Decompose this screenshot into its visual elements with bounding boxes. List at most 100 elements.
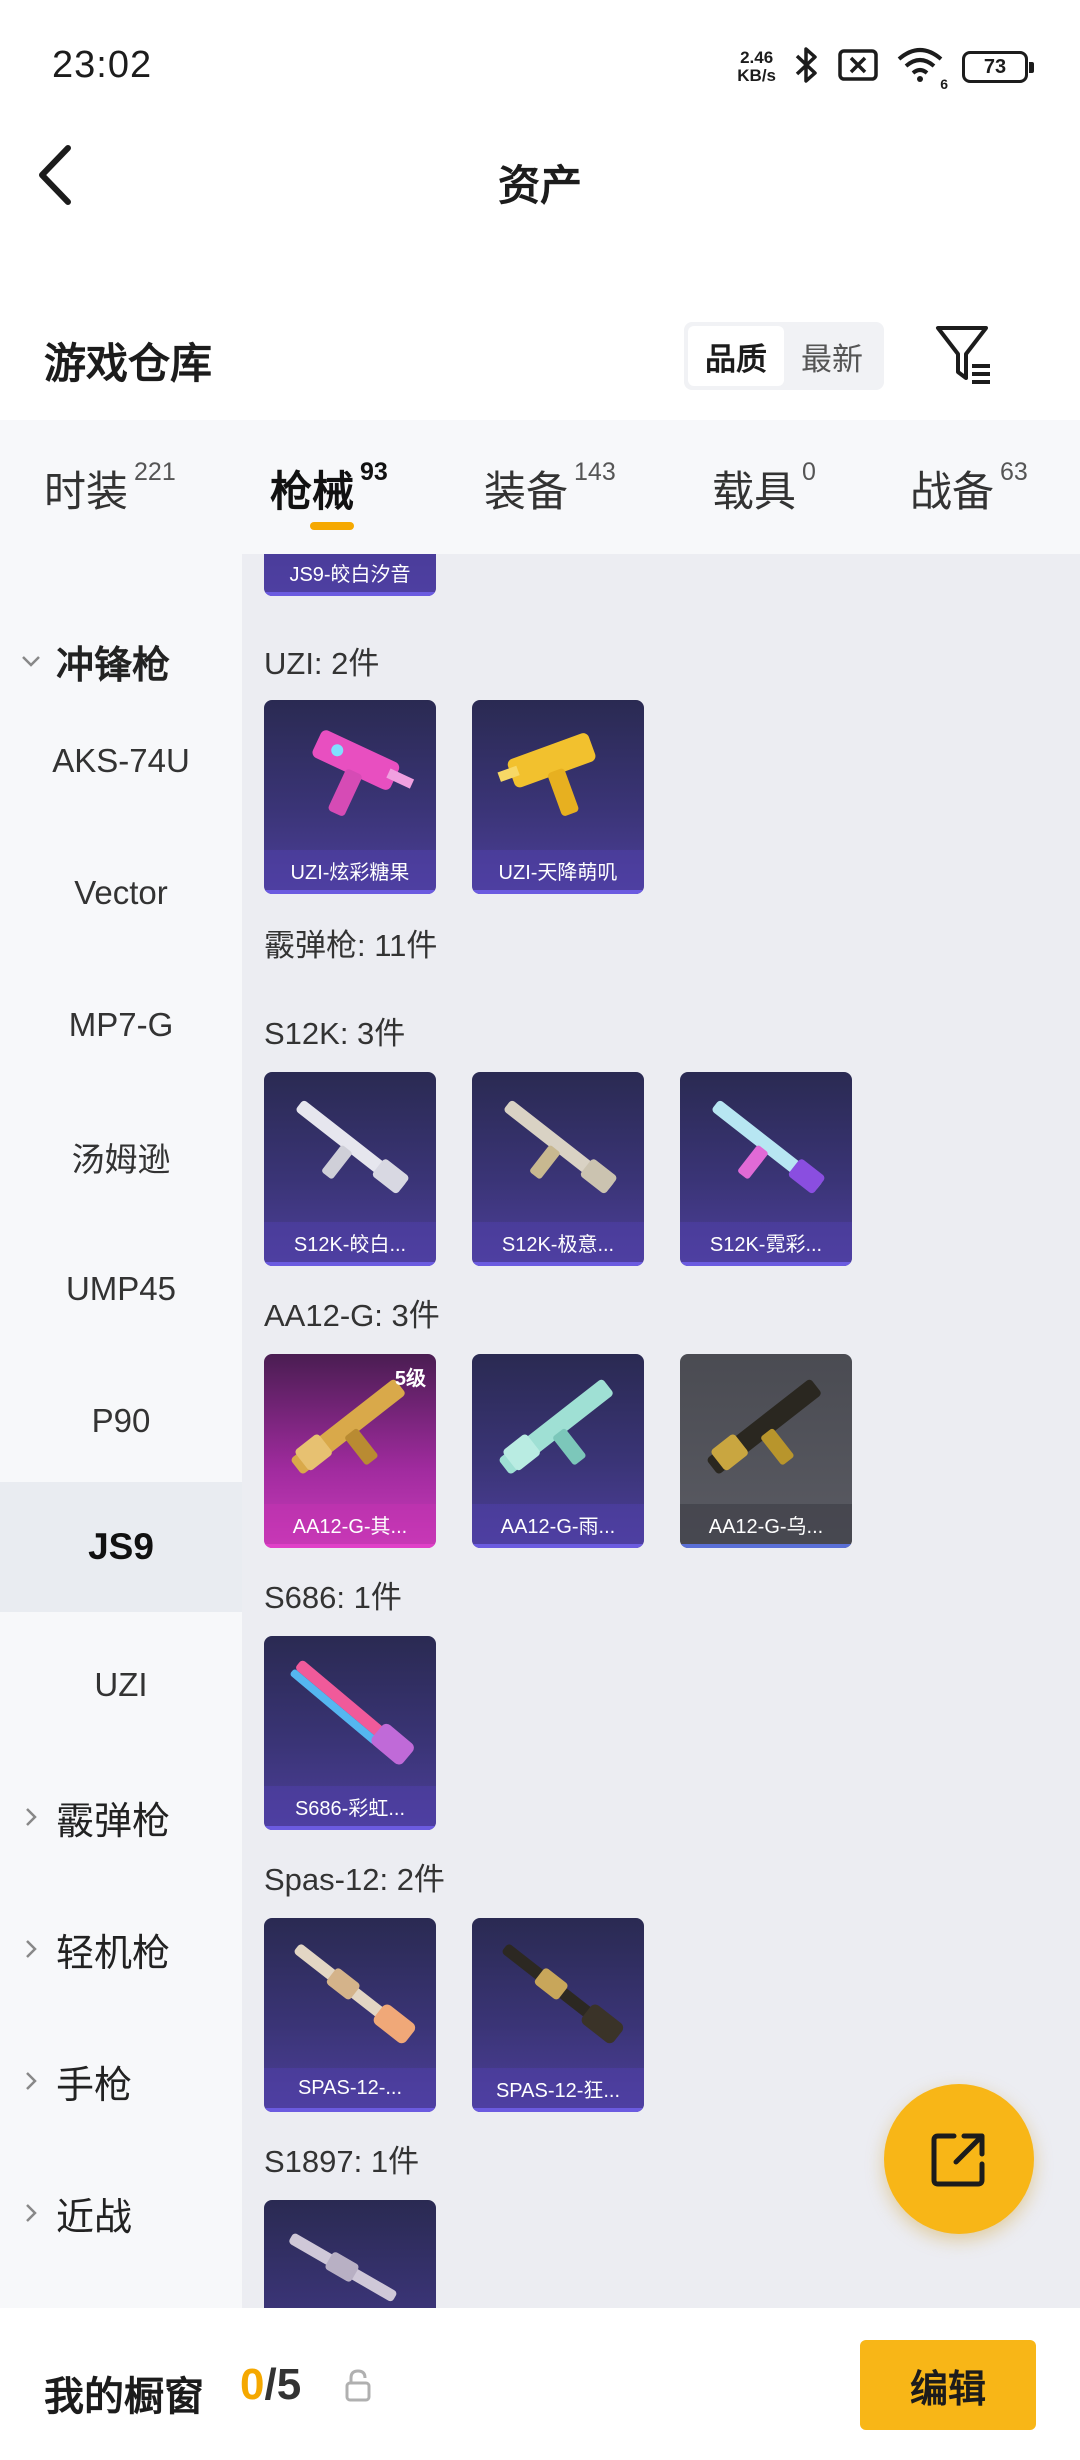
shotgun-weapon-icon <box>502 1944 624 2044</box>
sidebar-item-p90[interactable]: P90 <box>0 1356 242 1486</box>
showcase-used-count: 0 <box>240 2360 265 2409</box>
item-card[interactable]: AA12-G-雨... <box>472 1354 644 1548</box>
showcase-total: /5 <box>264 2360 302 2409</box>
chevron-right-icon <box>20 1806 42 1828</box>
share-button[interactable] <box>884 2084 1034 2234</box>
shotgun-weapon-icon <box>296 1100 409 1194</box>
sim-off-icon <box>838 48 878 87</box>
item-card-name: S12K-极意... <box>472 1222 644 1262</box>
tab-label: 载具 <box>712 468 797 515</box>
filter-icon <box>936 326 990 384</box>
item-card[interactable]: S686-彩虹... <box>264 1636 436 1830</box>
chevron-right-icon <box>20 1938 42 1960</box>
tab-equipment[interactable]: 装备 143 <box>484 458 616 519</box>
filter-button[interactable] <box>934 322 994 388</box>
shotgun-weapon-icon <box>499 1379 613 1474</box>
edit-button[interactable]: 编辑 <box>860 2340 1036 2430</box>
item-card-name: S12K-霓彩... <box>680 1222 852 1262</box>
sidebar-item-aks74u[interactable]: AKS-74U <box>0 696 242 826</box>
tab-gear[interactable]: 战备 63 <box>910 458 1028 519</box>
item-grid: JS9-皎白汐音 UZI: 2件 UZI-炫彩糖果 UZI-天降萌叽 霰弹枪: … <box>242 554 1080 2308</box>
item-card[interactable]: S12K-皎白... <box>264 1072 436 1266</box>
shotgun-weapon-icon <box>707 1379 821 1474</box>
sidebar-item-mp7g[interactable]: MP7-G <box>0 960 242 1090</box>
status-time: 23:02 <box>52 44 153 86</box>
sidebar-item-js9[interactable]: JS9 <box>0 1482 242 1612</box>
sidebar-category-melee[interactable]: 近战 <box>0 2148 242 2278</box>
shotgun-weapon-icon <box>289 2233 397 2302</box>
bluetooth-icon <box>794 46 820 89</box>
page-title: 资产 <box>497 162 582 209</box>
tab-label: 装备 <box>484 468 569 515</box>
tab-label: 时装 <box>44 468 129 515</box>
sidebar-item-thompson[interactable]: 汤姆逊 <box>0 1092 242 1222</box>
item-card-name: UZI-炫彩糖果 <box>264 850 436 890</box>
item-card[interactable]: UZI-天降萌叽 <box>472 700 644 894</box>
item-card[interactable]: AA12-G-乌... <box>680 1354 852 1548</box>
shotgun-weapon-icon <box>294 1944 416 2044</box>
sidebar-category-label: 轻机枪 <box>56 1932 171 1975</box>
tab-count: 93 <box>360 458 388 486</box>
group-label: AA12-G: 3件 <box>264 1298 440 1333</box>
sidebar-category-pistol[interactable]: 手枪 <box>0 2016 242 2146</box>
item-card-name: AA12-G-其... <box>264 1504 436 1544</box>
item-card[interactable]: SPAS-12-狂... <box>472 1918 644 2112</box>
network-speed-value: 2.46 <box>740 48 774 67</box>
item-card[interactable]: JS9-皎白汐音 <box>264 554 436 596</box>
sidebar-item-ump45[interactable]: UMP45 <box>0 1224 242 1354</box>
battery-indicator: 73 <box>962 51 1034 83</box>
item-card-name: AA12-G-雨... <box>472 1504 644 1544</box>
sidebar-item-uzi[interactable]: UZI <box>0 1620 242 1750</box>
chevron-down-icon <box>20 650 42 672</box>
tab-vehicles[interactable]: 载具 0 <box>712 458 816 519</box>
sidebar-category-label: 霰弹枪 <box>56 1800 171 1843</box>
sort-latest-option[interactable]: 最新 <box>784 326 880 386</box>
item-card[interactable]: SPAS-12-... <box>264 1918 436 2112</box>
tab-count: 0 <box>802 458 816 486</box>
item-card-name: JS9-皎白汐音 <box>264 554 436 592</box>
item-card-name: SPAS-12-... <box>264 2068 436 2108</box>
item-card[interactable] <box>264 2200 436 2308</box>
group-label: UZI: 2件 <box>264 646 380 681</box>
item-card-name: AA12-G-乌... <box>680 1504 852 1544</box>
sidebar-category-label: 近战 <box>56 2196 133 2239</box>
item-card[interactable]: UZI-炫彩糖果 <box>264 700 436 894</box>
group-label: S12K: 3件 <box>264 1016 406 1051</box>
chevron-right-icon <box>20 2070 42 2092</box>
lock-icon <box>345 2369 371 2402</box>
tab-count: 143 <box>574 458 616 486</box>
group-label: S686: 1件 <box>264 1580 402 1615</box>
tab-label: 战备 <box>910 468 995 515</box>
shotgun-weapon-icon <box>290 1660 414 1765</box>
uzi-weapon-icon <box>312 730 415 816</box>
item-card-name: UZI-天降萌叽 <box>472 850 644 890</box>
item-card-name: SPAS-12-狂... <box>472 2068 644 2108</box>
item-card[interactable]: S12K-极意... <box>472 1072 644 1266</box>
wifi-label: 6 <box>940 75 948 92</box>
sidebar-item-vector[interactable]: Vector <box>0 828 242 958</box>
status-icons: 2.46 KB/s 6 73 <box>737 44 1034 92</box>
sidebar-category-shotgun[interactable]: 霰弹枪 <box>0 1752 242 1882</box>
group-label: Spas-12: 2件 <box>264 1862 445 1897</box>
item-card[interactable]: S12K-霓彩... <box>680 1072 852 1266</box>
sidebar-category-label: 手枪 <box>56 2064 133 2107</box>
active-tab-indicator <box>310 522 354 530</box>
sort-quality-option[interactable]: 品质 <box>688 326 784 386</box>
item-card[interactable]: 5级 AA12-G-其... <box>264 1354 436 1548</box>
weapon-category-sidebar: 冲锋枪 AKS-74U Vector MP7-G 汤姆逊 UMP45 P90 J… <box>0 554 242 2308</box>
showcase-bar: 我的橱窗 0/5 编辑 <box>0 2308 1080 2460</box>
shotgun-weapon-icon <box>712 1100 825 1194</box>
warehouse-title: 游戏仓库 <box>44 340 213 387</box>
tab-count: 221 <box>134 458 176 486</box>
item-level-badge: 5级 <box>394 1368 426 1390</box>
item-card-name: S12K-皎白... <box>264 1222 436 1262</box>
category-tabs: 时装 221 枪械 93 装备 143 载具 0 战备 63 <box>0 420 1080 554</box>
shotgun-weapon-icon <box>504 1100 617 1194</box>
status-bar: 23:02 2.46 KB/s 6 73 <box>0 0 1080 130</box>
tab-count: 63 <box>1000 458 1028 486</box>
wifi-icon: 6 <box>896 47 948 92</box>
sidebar-category-lmg[interactable]: 轻机枪 <box>0 1884 242 2014</box>
tab-firearms[interactable]: 枪械 93 <box>270 458 388 519</box>
group-label: S1897: 1件 <box>264 2144 420 2179</box>
tab-outfits[interactable]: 时装 221 <box>44 458 176 519</box>
